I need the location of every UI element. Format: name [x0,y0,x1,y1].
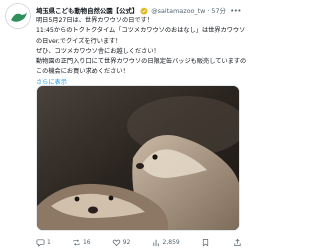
like-count: 92 [122,238,131,246]
post-photo[interactable] [36,85,240,231]
action-bar: 1 16 92 2,859 [36,236,244,248]
reply-icon [36,238,45,247]
avatar[interactable] [5,3,31,29]
post-line: の日ver.でクイズを行います！ [36,37,122,45]
views-icon [152,239,159,246]
share-icon [234,238,241,246]
otter-photo-image [37,86,239,230]
post-line: ぜひ、コツメカワウソ舎にお越しください！ [36,47,160,55]
post-line: 11:45からのトクトクタイム「コツメカワウソのおはなし」は世界カワウソ [36,27,246,35]
repost-button[interactable]: 16 [72,238,91,247]
repost-icon [73,239,80,245]
share-button[interactable] [233,238,244,247]
zoo-logo-icon [7,5,30,28]
repost-count: 16 [82,238,91,246]
views-button[interactable]: 2,859 [152,238,180,247]
bookmark-button[interactable] [201,238,212,247]
like-button[interactable]: 92 [112,238,131,247]
post-line: 明日5月27日は、世界カワウソの日です！ [36,17,153,24]
reply-button[interactable]: 1 [36,238,51,247]
post-line: この機会にお買い求めください！ [36,68,129,76]
post-line: 動物園の正門入り口にて世界カワウソの日限定缶バッジも販売していますので、 [36,58,246,66]
post-text: 明日5月27日は、世界カワウソの日です！ 11:45からのトクトクタイム「コツメ… [36,16,246,88]
like-icon [112,239,120,246]
verified-badge-icon [140,7,148,15]
reply-count: 1 [47,238,51,246]
view-count: 2,859 [162,238,180,246]
bookmark-icon [202,238,208,246]
